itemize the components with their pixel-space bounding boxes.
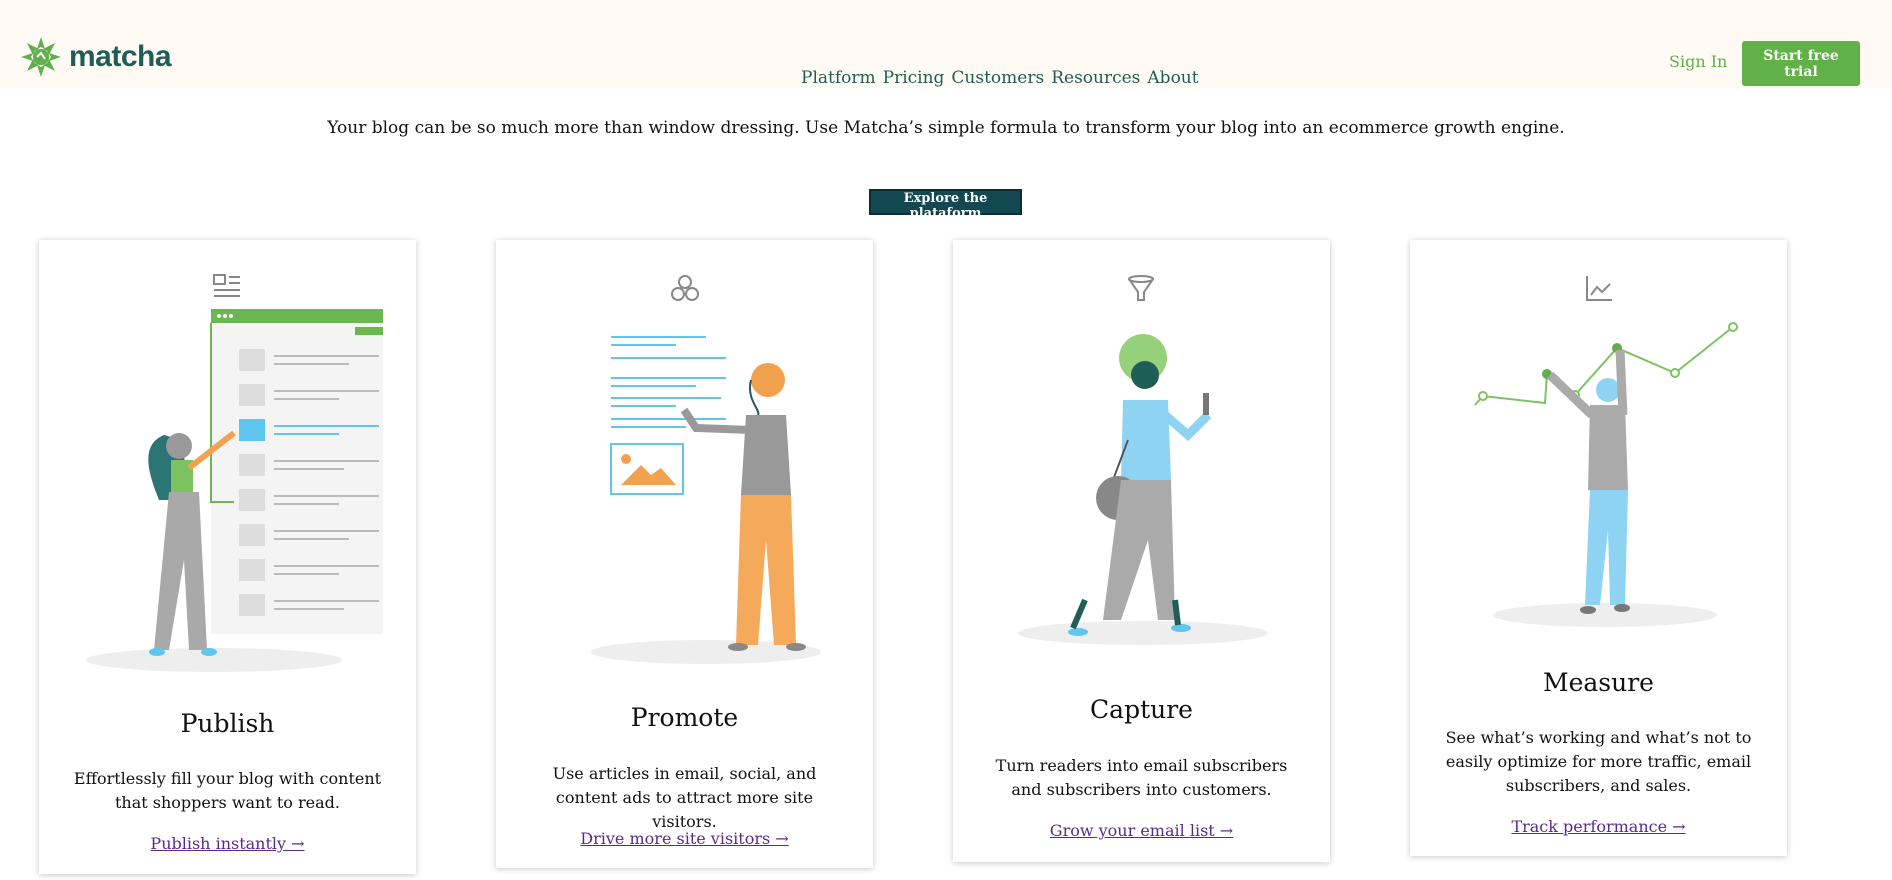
nav-about[interactable]: About [1147,68,1198,88]
matcha-leaf-icon [21,37,61,77]
card-description: See what’s working and what’s not to eas… [1445,728,1752,795]
card-title: Capture [1090,695,1193,724]
card-title: Promote [630,703,739,732]
promote-illustration [591,336,821,664]
hero-tagline: Your blog can be so much more than windo… [327,118,1565,138]
card-description: Use articles in email, social, and conte… [552,764,817,831]
feature-card-capture: Capture Turn readers into email subscrib… [953,240,1330,862]
feature-card-measure: Measure See what’s working and what’s no… [1410,240,1787,856]
nav-customers[interactable]: Customers [951,68,1044,88]
main-nav: Platform Pricing Customers Resources Abo… [801,68,1199,88]
feature-card-promote: Promote Use articles in email, social, a… [496,240,873,868]
card-title: Publish [180,709,275,738]
logo[interactable]: matcha [19,35,172,79]
measure-illustration [1474,322,1738,627]
logo-text: matcha [69,40,172,73]
start-trial-button[interactable]: Start free trial [1742,41,1860,86]
card-title: Measure [1543,668,1654,697]
nav-pricing[interactable]: Pricing [883,68,945,88]
feature-card-publish: Publish Effortlessly fill your blog with… [39,240,416,874]
card-description: Turn readers into email subscribers and … [995,756,1288,799]
sign-in-link[interactable]: Sign In [1669,52,1727,71]
nav-platform[interactable]: Platform [801,68,876,88]
grow-email-list-link[interactable]: Grow your email list → [953,821,1330,840]
card-description: Effortlessly fill your blog with content… [73,769,382,812]
publish-illustration [86,309,383,672]
capture-illustration [1018,334,1268,645]
drive-visitors-link[interactable]: Drive more site visitors → [496,829,873,848]
track-performance-link[interactable]: Track performance → [1410,817,1787,836]
site-header: matcha Platform Pricing Customers Resour… [0,0,1892,88]
publish-instantly-link[interactable]: Publish instantly → [39,834,416,853]
nav-resources[interactable]: Resources [1051,68,1140,88]
explore-platform-button[interactable]: Explore the plataform [869,189,1022,221]
